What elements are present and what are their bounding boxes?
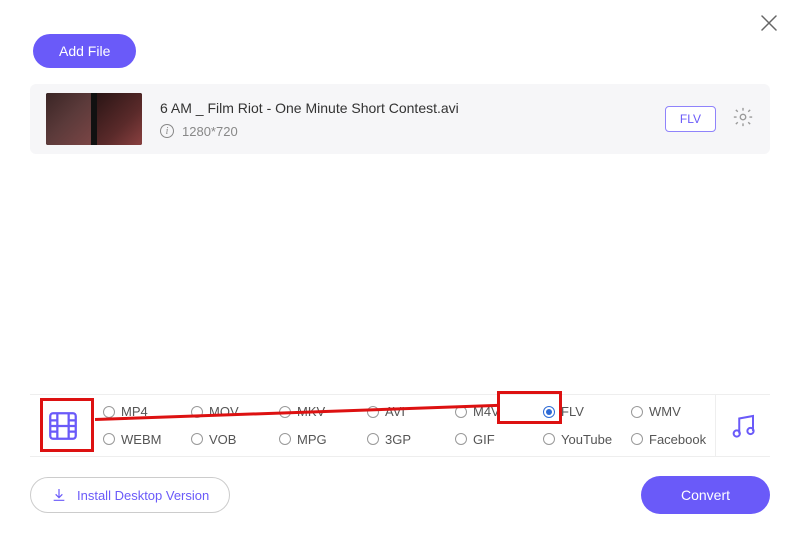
radio-icon [455,406,467,418]
install-desktop-label: Install Desktop Version [77,488,209,503]
radio-icon [543,433,555,445]
format-label: M4V [473,404,500,419]
video-tab[interactable] [30,395,95,456]
format-label: Facebook [649,432,706,447]
install-desktop-button[interactable]: Install Desktop Version [30,477,230,513]
format-label: VOB [209,432,236,447]
format-label: 3GP [385,432,411,447]
format-label: MP4 [121,404,148,419]
format-label: GIF [473,432,495,447]
format-option-mpg[interactable]: MPG [279,432,363,447]
download-icon [51,487,67,503]
format-label: WMV [649,404,681,419]
convert-button[interactable]: Convert [641,476,770,514]
radio-icon [631,406,643,418]
format-option-youtube[interactable]: YouTube [543,432,627,447]
radio-icon [191,433,203,445]
format-option-facebook[interactable]: Facebook [631,432,715,447]
format-option-mov[interactable]: MOV [191,404,275,419]
radio-icon [103,406,115,418]
info-icon[interactable]: i [160,124,174,138]
format-option-wmv[interactable]: WMV [631,404,715,419]
format-option-webm[interactable]: WEBM [103,432,187,447]
format-option-3gp[interactable]: 3GP [367,432,451,447]
format-label: MOV [209,404,239,419]
format-label: MPG [297,432,327,447]
radio-icon [279,406,291,418]
format-option-gif[interactable]: GIF [455,432,539,447]
file-title: 6 AM _ Film Riot - One Minute Short Cont… [160,100,665,116]
radio-icon [631,433,643,445]
file-card: 6 AM _ Film Riot - One Minute Short Cont… [30,84,770,154]
format-option-vob[interactable]: VOB [191,432,275,447]
format-option-avi[interactable]: AVI [367,404,451,419]
format-option-mp4[interactable]: MP4 [103,404,187,419]
format-label: AVI [385,404,405,419]
format-label: MKV [297,404,325,419]
format-label: WEBM [121,432,161,447]
format-option-m4v[interactable]: M4V [455,404,539,419]
radio-icon [367,433,379,445]
audio-tab[interactable] [715,395,770,456]
format-option-flv[interactable]: FLV [543,404,627,419]
gear-icon[interactable] [732,106,754,133]
radio-icon [543,406,555,418]
format-label: YouTube [561,432,612,447]
format-option-mkv[interactable]: MKV [279,404,363,419]
format-bar: MP4 MOV MKV AVI M4V FLV WMV WEBM VOB MPG 3GP GIF You… [30,394,770,457]
radio-icon [455,433,467,445]
output-format-button[interactable]: FLV [665,106,716,132]
radio-icon [279,433,291,445]
close-icon[interactable] [760,14,778,37]
add-file-button[interactable]: Add File [33,34,136,68]
radio-icon [367,406,379,418]
file-resolution: 1280*720 [182,124,238,139]
video-thumbnail[interactable] [46,93,142,145]
radio-icon [191,406,203,418]
radio-icon [103,433,115,445]
format-label: FLV [561,404,584,419]
